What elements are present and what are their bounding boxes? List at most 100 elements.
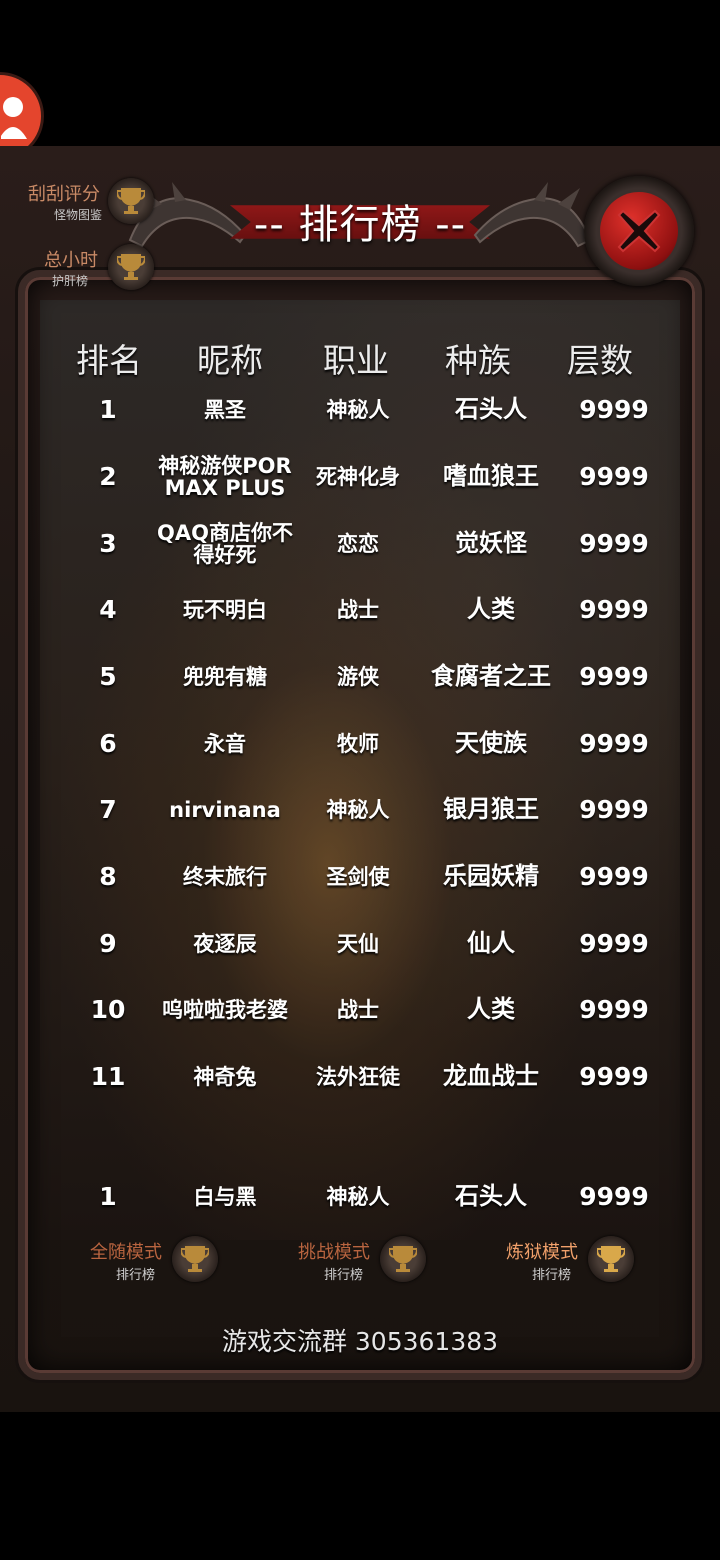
table-header: 排名 昵称 职业 种族 层数	[0, 334, 720, 380]
close-icon	[617, 209, 661, 253]
table-row[interactable]: 4 玩不明白 战士 人类 9999	[0, 577, 720, 643]
rank-cell: 7	[99, 794, 117, 824]
class-cell: 神秘人	[326, 797, 390, 822]
floor-cell: 9999	[579, 994, 649, 1024]
random-mode-sub-label: 排行榜	[116, 1268, 156, 1283]
class-cell: 神秘人	[326, 397, 390, 422]
race-cell: 食腐者之王	[431, 662, 551, 691]
floor-cell: 9999	[579, 1181, 649, 1211]
nickname-cell: 呜啦啦我老婆	[162, 997, 288, 1022]
floor-cell: 9999	[579, 661, 649, 691]
floor-cell: 9999	[579, 728, 649, 758]
header-nickname: 昵称	[197, 341, 263, 380]
table-row[interactable]: 8 终末旅行 圣剑使 乐园妖精 9999	[0, 844, 720, 910]
header-floor: 层数	[567, 341, 633, 380]
class-cell: 恋恋	[337, 531, 379, 556]
rank-cell: 10	[90, 994, 126, 1024]
nickname-cell: 白与黑	[193, 1184, 257, 1209]
class-cell: 法外狂徒	[316, 1064, 400, 1089]
race-cell: 嗜血狼王	[443, 462, 539, 491]
header-class: 职业	[323, 341, 389, 380]
race-cell: 乐园妖精	[443, 862, 539, 891]
nickname-cell: QAQ商店你不得好死	[157, 520, 293, 567]
liver-ranking-label: 护肝榜	[52, 274, 89, 288]
rank-cell: 1	[99, 394, 117, 424]
page-title: -- 排行榜 --	[253, 202, 467, 248]
title-bar: -- 排行榜 --	[120, 180, 600, 266]
nickname-cell: 神秘游侠POR MAX PLUS	[158, 453, 292, 500]
floor-cell: 9999	[579, 528, 649, 558]
race-cell: 人类	[467, 995, 515, 1024]
race-cell: 石头人	[455, 1182, 527, 1211]
table-row[interactable]: 7 nirvinana 神秘人 银月狼王 9999	[0, 777, 720, 843]
rank-cell: 11	[90, 1061, 126, 1091]
table-row[interactable]: 3 QAQ商店你不得好死 恋恋 觉妖怪 9999	[0, 511, 720, 577]
nickname-cell: 神奇兔	[193, 1064, 257, 1089]
rank-cell: 6	[99, 728, 117, 758]
table-row[interactable]: 2 神秘游侠POR MAX PLUS 死神化身 嗜血狼王 9999	[0, 444, 720, 510]
random-mode-label: 全随模式	[90, 1242, 162, 1263]
community-group-text: 游戏交流群 305361383	[221, 1327, 499, 1356]
my-ranking-row[interactable]: 1 白与黑 神秘人 石头人 9999	[0, 1164, 720, 1230]
rank-cell: 5	[99, 661, 117, 691]
rank-cell: 2	[99, 461, 117, 491]
purgatory-mode-ranking-link[interactable]: 炼狱模式 排行榜	[506, 1236, 636, 1286]
challenge-mode-label: 挑战模式	[298, 1242, 370, 1263]
floor-cell: 9999	[579, 1061, 649, 1091]
random-mode-ranking-link[interactable]: 全随模式 排行榜	[90, 1236, 220, 1286]
purgatory-mode-sub-label: 排行榜	[532, 1268, 572, 1283]
close-button[interactable]	[584, 176, 694, 286]
table-row[interactable]: 6 永音 牧师 天使族 9999	[0, 711, 720, 777]
nickname-cell: 黑圣	[204, 397, 246, 422]
trophy-icon	[172, 1236, 218, 1282]
race-cell: 石头人	[455, 395, 527, 424]
race-cell: 银月狼王	[443, 795, 539, 824]
nickname-cell: 终末旅行	[183, 864, 267, 889]
class-cell: 圣剑使	[326, 864, 390, 889]
trophy-icon	[108, 178, 154, 224]
table-row[interactable]: 11 神奇兔 法外狂徒 龙血战士 9999	[0, 1044, 720, 1110]
table-row[interactable]: 1 黑圣 神秘人 石头人 9999	[0, 377, 720, 443]
monster-codex-label: 怪物图鉴	[54, 208, 103, 222]
race-cell: 天使族	[455, 729, 527, 758]
score-ranking-label: 刮刮评分	[28, 184, 100, 205]
table-row[interactable]: 10 呜啦啦我老婆 战士 人类 9999	[0, 977, 720, 1043]
header-rank: 排名	[76, 341, 142, 380]
floor-cell: 9999	[579, 461, 649, 491]
rank-cell: 9	[99, 928, 117, 958]
nickname-cell: 永音	[204, 731, 246, 756]
purgatory-mode-label: 炼狱模式	[506, 1242, 578, 1263]
trophy-icon	[380, 1236, 426, 1282]
race-cell: 觉妖怪	[455, 529, 527, 558]
challenge-mode-sub-label: 排行榜	[324, 1268, 364, 1283]
challenge-mode-ranking-link[interactable]: 挑战模式 排行榜	[298, 1236, 428, 1286]
floor-cell: 9999	[579, 928, 649, 958]
nickname-cell: 夜逐辰	[193, 931, 257, 956]
rank-cell: 1	[99, 1181, 117, 1211]
floor-cell: 9999	[579, 794, 649, 824]
nickname-cell: 兜兜有糖	[183, 664, 267, 689]
trophy-icon	[588, 1236, 634, 1282]
class-cell: 战士	[337, 597, 379, 622]
race-cell: 人类	[467, 595, 515, 624]
rank-cell: 8	[99, 861, 117, 891]
table-row[interactable]: 5 兜兜有糖 游侠 食腐者之王 9999	[0, 644, 720, 710]
class-cell: 战士	[337, 997, 379, 1022]
class-cell: 死神化身	[316, 464, 400, 489]
floor-cell: 9999	[579, 394, 649, 424]
floor-cell: 9999	[579, 594, 649, 624]
class-cell: 游侠	[337, 664, 379, 689]
trophy-icon	[108, 244, 154, 290]
class-cell: 牧师	[337, 731, 379, 756]
nickname-cell: 玩不明白	[183, 597, 267, 622]
class-cell: 神秘人	[326, 1184, 390, 1209]
floor-cell: 9999	[579, 861, 649, 891]
table-row[interactable]: 9 夜逐辰 天仙 仙人 9999	[0, 911, 720, 977]
total-hours-label: 总小时	[44, 250, 98, 271]
user-icon	[1, 97, 27, 139]
race-cell: 龙血战士	[443, 1062, 539, 1091]
header-race: 种族	[445, 341, 511, 380]
total-hours-link[interactable]: 总小时 护肝榜	[20, 244, 160, 294]
score-ranking-link[interactable]: 刮刮评分 怪物图鉴	[20, 178, 160, 228]
nickname-cell: nirvinana	[169, 797, 281, 822]
